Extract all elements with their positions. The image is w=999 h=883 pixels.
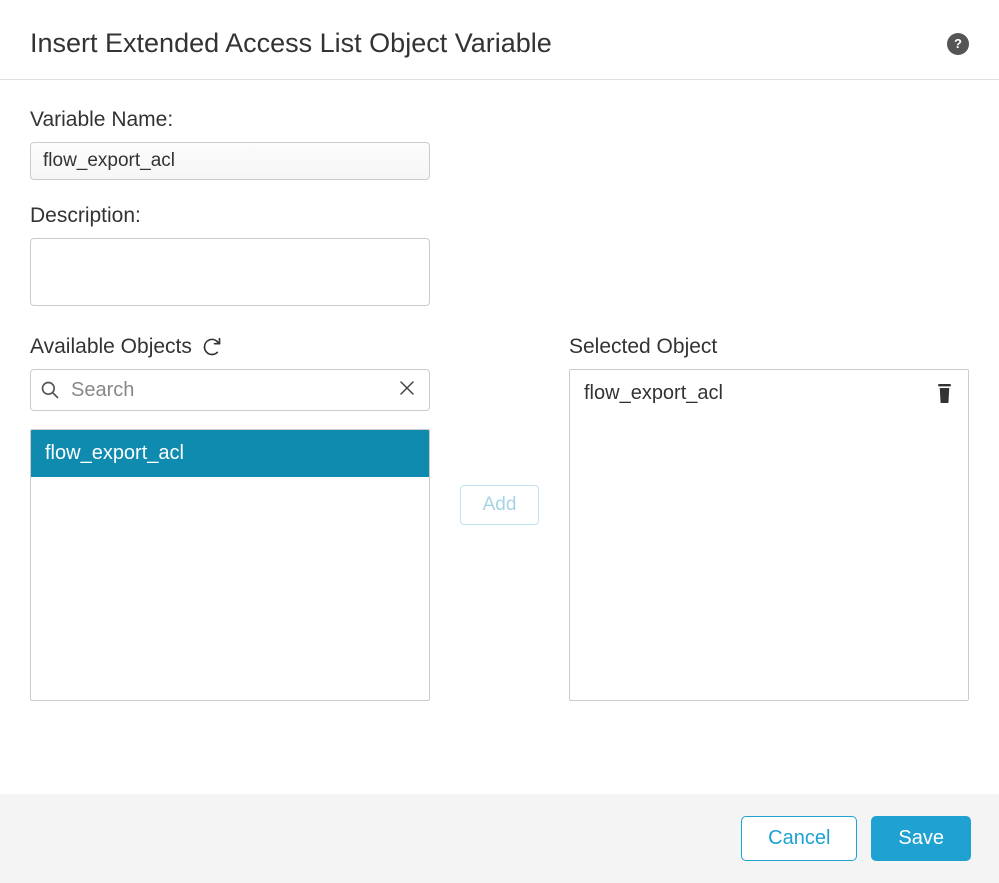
dialog-header: Insert Extended Access List Object Varia… xyxy=(0,0,999,80)
refresh-icon[interactable] xyxy=(202,337,222,357)
selected-object-column: Selected Object flow_export_acl xyxy=(569,335,969,701)
selected-object-title: Selected Object xyxy=(569,335,717,359)
cancel-button[interactable]: Cancel xyxy=(741,816,857,861)
description-label: Description: xyxy=(30,204,969,228)
available-objects-title: Available Objects xyxy=(30,335,192,359)
dialog-title: Insert Extended Access List Object Varia… xyxy=(30,28,552,59)
dialog-footer: Cancel Save xyxy=(0,794,999,883)
add-button[interactable]: Add xyxy=(460,485,540,525)
variable-name-input[interactable] xyxy=(30,142,430,180)
search-input[interactable] xyxy=(30,369,430,411)
variable-name-label: Variable Name: xyxy=(30,108,969,132)
search-wrap xyxy=(30,369,430,411)
variable-name-group: Variable Name: xyxy=(30,108,969,180)
available-objects-list[interactable]: flow_export_acl xyxy=(30,429,430,701)
available-objects-column: Available Objects xyxy=(30,335,430,701)
clear-search-icon[interactable] xyxy=(394,377,420,403)
description-group: Description: xyxy=(30,204,969,311)
selected-object-item: flow_export_acl xyxy=(570,370,968,417)
trash-icon[interactable] xyxy=(935,383,954,404)
selected-object-label: flow_export_acl xyxy=(584,382,723,405)
description-input[interactable] xyxy=(30,238,430,306)
object-lists-row: Available Objects xyxy=(30,335,969,701)
save-button[interactable]: Save xyxy=(871,816,971,861)
help-icon[interactable]: ? xyxy=(947,33,969,55)
selected-object-list: flow_export_acl xyxy=(569,369,969,701)
transfer-column: Add xyxy=(450,335,549,525)
dialog-content: Variable Name: Description: Available Ob… xyxy=(0,80,999,721)
available-objects-header: Available Objects xyxy=(30,335,430,359)
selected-object-header: Selected Object xyxy=(569,335,969,359)
available-object-item[interactable]: flow_export_acl xyxy=(31,430,429,477)
